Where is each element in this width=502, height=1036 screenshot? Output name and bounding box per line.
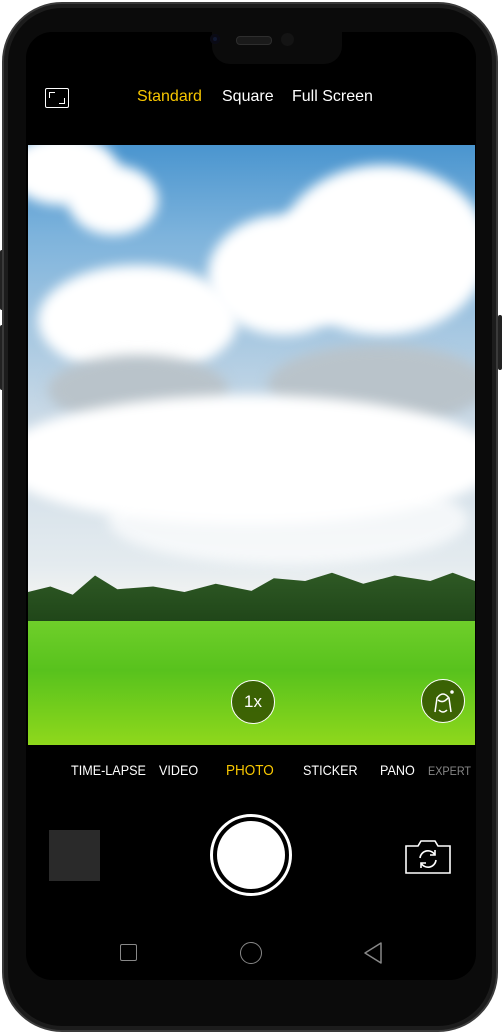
mode-time-lapse[interactable]: TIME-LAPSE <box>71 762 146 778</box>
mode-selector[interactable]: TIME-LAPSE VIDEO PHOTO STICKER PANO EXPE… <box>0 762 502 782</box>
mode-photo[interactable]: PHOTO <box>226 762 274 779</box>
notch <box>212 32 342 64</box>
camera-viewfinder[interactable]: 1x <box>28 145 475 745</box>
shutter-button[interactable] <box>210 814 292 896</box>
beauty-mode-button[interactable] <box>421 679 465 723</box>
mode-video[interactable]: VIDEO <box>159 762 198 778</box>
recents-icon[interactable] <box>120 944 137 961</box>
front-camera <box>210 34 220 44</box>
power-button <box>498 315 502 370</box>
home-icon[interactable] <box>240 942 262 964</box>
aspect-ratio-icon[interactable] <box>45 88 69 108</box>
ratio-full-screen[interactable]: Full Screen <box>292 88 373 106</box>
proximity-sensor <box>281 33 294 46</box>
earpiece-speaker <box>236 36 272 45</box>
zoom-button[interactable]: 1x <box>231 680 275 724</box>
flip-camera-icon[interactable] <box>404 838 452 876</box>
mode-pano[interactable]: PANO <box>380 762 415 778</box>
ratio-standard[interactable]: Standard <box>137 88 202 106</box>
treeline <box>28 572 475 625</box>
mode-expert[interactable]: EXPERT <box>428 764 471 778</box>
ratio-square[interactable]: Square <box>222 88 274 106</box>
mode-sticker[interactable]: STICKER <box>303 762 358 778</box>
beauty-mode-icon <box>434 690 454 713</box>
gallery-thumbnail[interactable] <box>49 830 100 881</box>
back-icon[interactable] <box>363 941 383 965</box>
zoom-label: 1x <box>244 692 262 711</box>
